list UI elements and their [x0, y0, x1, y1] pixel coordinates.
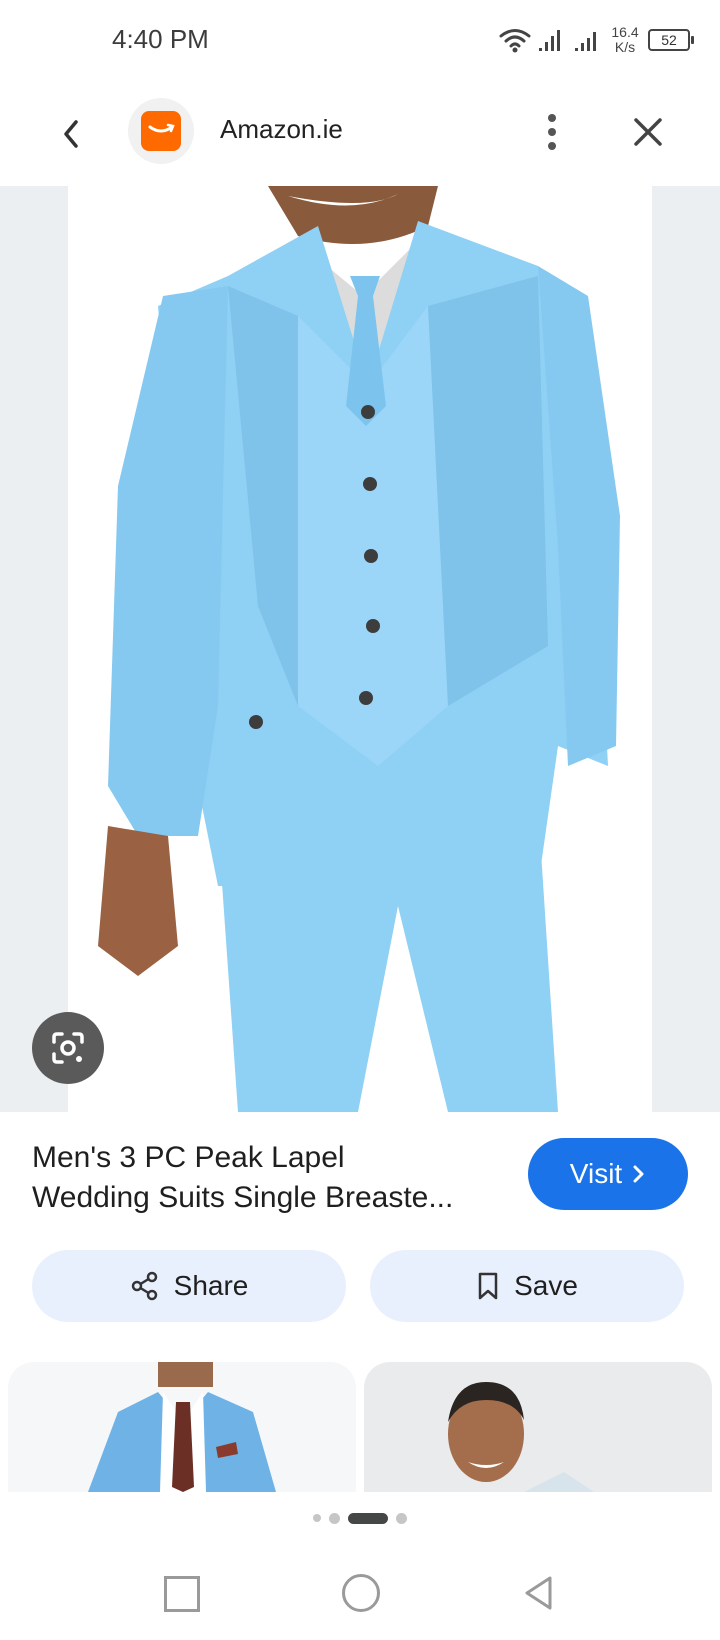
back-button[interactable]: [52, 112, 92, 156]
system-back-button[interactable]: [522, 1574, 554, 1617]
amazon-logo-icon: [141, 111, 181, 151]
close-button[interactable]: [628, 112, 668, 152]
status-icons: 16.4 K/s 52: [498, 20, 694, 60]
page-dot[interactable]: [329, 1512, 340, 1524]
network-speed-unit: K/s: [614, 39, 636, 55]
share-button[interactable]: Share: [32, 1250, 346, 1322]
site-name[interactable]: Amazon.ie: [220, 114, 343, 145]
triangle-back-icon: [525, 1576, 552, 1610]
more-vert-icon: [548, 114, 556, 150]
visit-label: Visit: [569, 1158, 623, 1189]
close-icon: [634, 118, 662, 146]
signal-icon: [539, 30, 560, 51]
more-options-button[interactable]: [536, 108, 568, 156]
viewer-header: Amazon.ie: [0, 90, 720, 180]
lens-icon: [52, 1032, 84, 1064]
visit-button[interactable]: Visit: [528, 1138, 688, 1210]
product-title-line-2: Wedding Suits Single Breaste...: [32, 1181, 454, 1214]
related-image-2[interactable]: [364, 1362, 712, 1492]
recents-button[interactable]: [164, 1576, 200, 1612]
battery-icon: 52: [648, 29, 694, 51]
system-nav-bar: [0, 1560, 720, 1640]
product-title-line-1: Men's 3 PC Peak Lapel: [32, 1141, 345, 1174]
save-button[interactable]: Save: [370, 1250, 684, 1322]
save-label: Save: [514, 1270, 578, 1301]
related-image-1[interactable]: [8, 1362, 356, 1492]
chevron-right-icon: [633, 1165, 644, 1183]
product-title: Men's 3 PC Peak Lapel Wedding Suits Sing…: [32, 1138, 492, 1218]
product-image[interactable]: [68, 186, 652, 1112]
share-icon: [131, 1271, 157, 1301]
google-lens-button[interactable]: [32, 1012, 104, 1084]
page-dot[interactable]: [313, 1514, 321, 1522]
bookmark-icon: [478, 1272, 498, 1300]
share-label: Share: [173, 1270, 249, 1301]
page-dot[interactable]: [396, 1512, 407, 1524]
signal-2-icon: [575, 32, 596, 51]
network-speed: 16.4 K/s: [608, 25, 642, 55]
site-favicon: [128, 98, 194, 164]
home-button[interactable]: [342, 1574, 380, 1612]
status-bar: 4:40 PM 16.4 K/s 52: [0, 0, 720, 80]
page-dot-active[interactable]: [348, 1512, 388, 1524]
wifi-icon: [499, 29, 531, 53]
image-viewer: [0, 186, 720, 1112]
chevron-left-icon: [64, 120, 78, 148]
status-time: 4:40 PM: [112, 24, 209, 54]
pagination-dots: [0, 1510, 720, 1526]
network-speed-value: 16.4: [611, 24, 639, 40]
